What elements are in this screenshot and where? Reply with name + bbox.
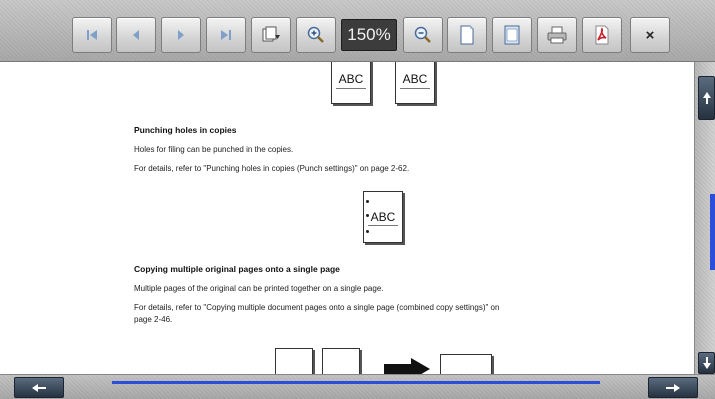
- scroll-down-button[interactable]: [698, 352, 715, 374]
- section-paragraph: page 2-46.: [134, 315, 173, 324]
- section-paragraph: For details, refer to "Punching holes in…: [134, 164, 410, 173]
- zoom-out-button[interactable]: [403, 17, 443, 53]
- pdf-button[interactable]: [582, 17, 622, 53]
- arrow-right-icon: [666, 383, 680, 392]
- first-page-icon: [87, 30, 97, 40]
- horizontal-scrollbar[interactable]: [0, 374, 715, 399]
- fit-width-button[interactable]: [492, 17, 532, 53]
- arrow-down-icon: [702, 357, 711, 369]
- close-icon: ×: [645, 26, 655, 44]
- page-select-button[interactable]: [251, 17, 291, 53]
- figure-sheet-rule: [400, 88, 430, 89]
- fit-page-button[interactable]: [447, 17, 487, 53]
- arrow-up-icon: [702, 92, 711, 104]
- section-heading-combine: Copying multiple original pages onto a s…: [134, 264, 340, 274]
- figure-original-page: [322, 348, 360, 374]
- horizontal-scroll-track[interactable]: [112, 381, 600, 384]
- page-select-icon: [262, 26, 280, 42]
- figure-combined-page: [440, 354, 492, 374]
- figure-punched-sheet: ABC: [363, 191, 403, 243]
- next-page-button[interactable]: [161, 17, 201, 53]
- figure-punched-sheet-text: ABC: [370, 210, 396, 224]
- zoom-out-icon: [414, 26, 431, 43]
- section-paragraph: Multiple pages of the original can be pr…: [134, 284, 384, 293]
- fit-width-icon: [504, 25, 520, 45]
- figure-sheet-right: ABC: [395, 62, 435, 104]
- punch-hole: [366, 230, 369, 233]
- figure-sheet-right-text: ABC: [402, 72, 428, 86]
- arrow-left-icon: [32, 383, 46, 392]
- previous-page-icon: [133, 30, 139, 40]
- section-paragraph: Holes for filing can be punched in the c…: [134, 145, 294, 154]
- previous-page-button[interactable]: [116, 17, 156, 53]
- close-button[interactable]: ×: [630, 17, 670, 53]
- zoom-level-display: 150%: [341, 19, 397, 51]
- zoom-in-button[interactable]: [296, 17, 336, 53]
- scroll-up-button[interactable]: [698, 76, 715, 120]
- document-page: ABC ABC Punching holes in copies Holes f…: [0, 62, 694, 374]
- zoom-in-icon: [307, 26, 324, 43]
- figure-sheet-left: ABC: [331, 62, 371, 104]
- fit-page-icon: [460, 25, 474, 45]
- figure-sheet-rule: [368, 225, 398, 226]
- first-page-button[interactable]: [72, 17, 112, 53]
- vertical-scrollbar[interactable]: [694, 62, 715, 374]
- print-button[interactable]: [537, 17, 577, 53]
- figure-sheet-left-text: ABC: [338, 72, 364, 86]
- toolbar: 150% ×: [0, 0, 715, 62]
- section-heading-punching: Punching holes in copies: [134, 125, 237, 135]
- next-page-icon: [178, 30, 184, 40]
- figure-original-page: [275, 348, 313, 374]
- scroll-left-button[interactable]: [14, 377, 64, 398]
- section-paragraph: For details, refer to "Copying multiple …: [134, 303, 500, 312]
- pdf-icon: [595, 25, 609, 45]
- figure-sheet-rule: [336, 88, 366, 89]
- scroll-right-button[interactable]: [648, 377, 698, 398]
- last-page-icon: [221, 30, 231, 40]
- arrow-right-icon: [384, 358, 430, 374]
- vertical-scroll-thumb[interactable]: [710, 194, 715, 270]
- printer-icon: [547, 26, 567, 44]
- punch-hole: [366, 200, 369, 203]
- last-page-button[interactable]: [206, 17, 246, 53]
- document-viewer: 150% × ABC ABC Punching holes in copies …: [0, 0, 715, 399]
